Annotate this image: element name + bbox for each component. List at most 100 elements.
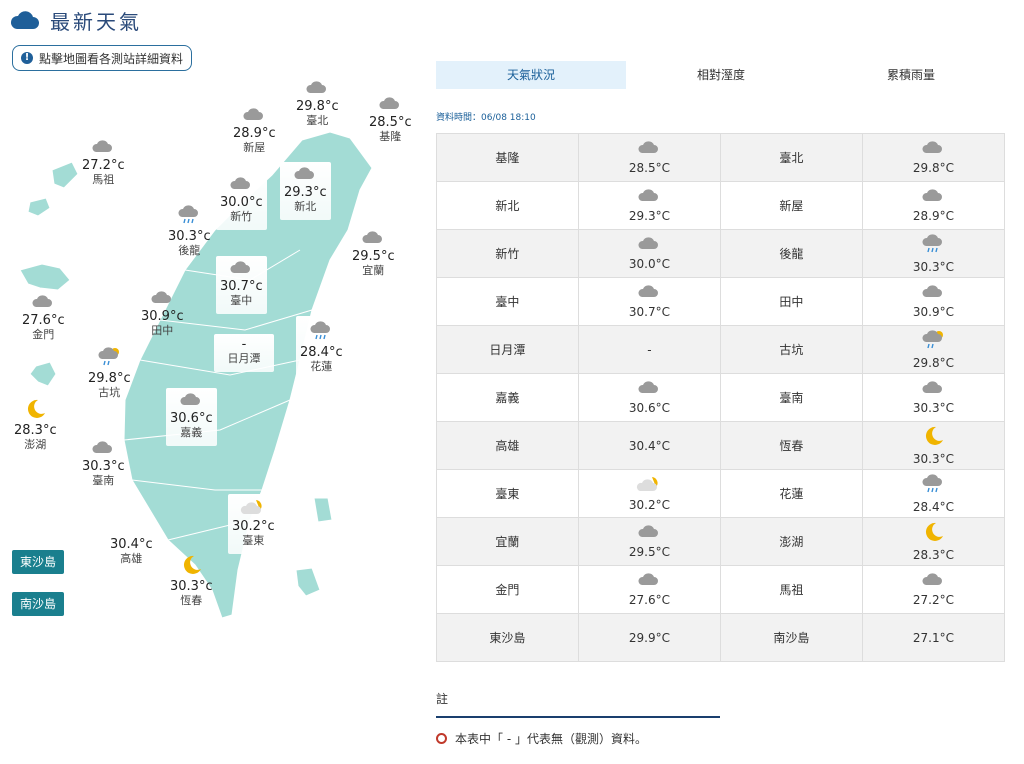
nansha-island-button[interactable]: 南沙島 (12, 592, 64, 616)
station-weather: 30.4°C (577, 421, 721, 470)
city-temp: 28.4°c (300, 345, 343, 360)
table-row: 臺中 30.7°C 田中 30.9°C (436, 277, 1006, 326)
table-row: 嘉義 30.6°C 臺南 30.3°C (436, 373, 1006, 422)
tab-weather[interactable]: 天氣狀況 (436, 61, 626, 89)
city-name: 基隆 (379, 130, 402, 143)
station-weather: 29.8°C (861, 133, 1006, 182)
city-name: 新屋 (243, 141, 266, 154)
map-city-hengchun[interactable]: 30.3°c 恆春 (170, 554, 213, 608)
map-city-newtaipei[interactable]: 29.3°c 新北 (280, 162, 331, 220)
taiwan-map[interactable]: 29.8°c 臺北 28.5°c 基隆 28.9°c 新屋 27.2°c 馬祖 30.0… (0, 70, 420, 670)
station-name: 臺中 (436, 277, 579, 326)
page-header: 最新天氣 (10, 6, 142, 34)
station-temp: 28.4°C (912, 500, 954, 514)
station-name: 日月潭 (436, 325, 579, 374)
station-weather: 30.6°C (577, 373, 721, 422)
city-name: 古坑 (98, 386, 121, 399)
station-weather: 28.3°C (861, 517, 1006, 566)
note-title: 註 (436, 692, 449, 706)
station-name: 嘉義 (436, 373, 579, 422)
map-city-chiayi[interactable]: 30.6°c 嘉義 (166, 388, 217, 446)
city-name: 新北 (294, 200, 317, 213)
map-city-keelung[interactable]: 28.5°c 基隆 (369, 96, 412, 144)
city-name: 臺東 (242, 534, 265, 547)
map-city-taipei[interactable]: 29.8°c 臺北 (296, 80, 339, 128)
tab-rainfall[interactable]: 累積雨量 (816, 61, 1006, 89)
station-temp: 27.2°C (912, 593, 954, 607)
map-city-gukeng[interactable]: 29.8°c 古坑 (88, 346, 131, 400)
map-city-xinwu[interactable]: 28.9°c 新屋 (233, 107, 276, 155)
map-city-kinmen[interactable]: 27.6°c 金門 (22, 294, 65, 342)
rain-icon (168, 204, 211, 229)
map-city-taitung[interactable]: 30.2°c 臺東 (228, 494, 279, 554)
station-weather: 29.3°C (577, 181, 721, 230)
cloudy-icon (170, 392, 213, 411)
city-temp: 29.5°c (352, 249, 395, 264)
table-row: 新竹 30.0°C 後龍 30.3°C (436, 229, 1006, 278)
station-weather: 28.4°C (861, 469, 1006, 518)
map-city-taichung[interactable]: 30.7°c 臺中 (216, 256, 267, 314)
cloudy-icon (22, 294, 65, 313)
city-name: 宜蘭 (362, 264, 385, 277)
city-temp: 29.8°c (88, 371, 131, 386)
station-weather: 28.9°C (861, 181, 1006, 230)
station-name: 臺北 (719, 133, 863, 182)
station-name: 澎湖 (719, 517, 863, 566)
city-temp: 30.9°c (141, 309, 184, 324)
map-city-kaohsiung[interactable]: 30.4°c 高雄 (110, 538, 153, 566)
tab-bar: 天氣狀況 相對溼度 累積雨量 (436, 61, 1006, 89)
station-temp: 27.6°C (628, 593, 670, 607)
cloudy-icon (579, 236, 720, 255)
city-name: 花蓮 (310, 360, 333, 373)
city-temp: 30.0°c (220, 195, 263, 210)
station-name: 臺南 (719, 373, 863, 422)
station-weather: 29.9°C (577, 613, 721, 662)
map-hint-button[interactable]: ! 點擊地圖看各測站詳細資料 (12, 45, 193, 71)
city-temp: - (241, 337, 247, 352)
station-temp: 28.5°C (628, 161, 670, 175)
station-weather: 27.2°C (861, 565, 1006, 614)
map-city-tianzhong[interactable]: 30.9°c 田中 (141, 290, 184, 338)
station-temp: 29.8°C (912, 356, 954, 370)
dongsha-island-button[interactable]: 東沙島 (12, 550, 64, 574)
station-name: 馬祖 (719, 565, 863, 614)
tab-humidity[interactable]: 相對溼度 (626, 61, 816, 89)
map-city-yilan[interactable]: 29.5°c 宜蘭 (352, 230, 395, 278)
map-city-houlong[interactable]: 30.3°c 後龍 (168, 204, 211, 258)
station-weather: 30.7°C (577, 277, 721, 326)
cloudy-icon (579, 140, 720, 159)
city-name: 馬祖 (92, 173, 115, 186)
city-name: 後龍 (178, 244, 201, 257)
station-temp: 30.3°C (912, 260, 954, 274)
cloudy-icon (141, 290, 184, 309)
cloudy-icon (863, 284, 1004, 303)
station-temp: 30.6°C (628, 401, 670, 415)
cloudy-icon (863, 572, 1004, 591)
station-temp: 29.9°C (628, 630, 670, 645)
city-name: 恆春 (180, 594, 203, 607)
map-city-tainan[interactable]: 30.3°c 臺南 (82, 440, 125, 488)
city-temp: 29.8°c (296, 99, 339, 114)
moon-icon (863, 521, 1004, 546)
city-temp: 28.5°c (369, 115, 412, 130)
map-city-hsinchu[interactable]: 30.0°c 新竹 (216, 172, 267, 230)
station-weather: 30.3°C (861, 229, 1006, 278)
map-city-penghu[interactable]: 28.3°c 澎湖 (14, 398, 57, 452)
table-row: 東沙島 29.9°C 南沙島 27.1°C (436, 613, 1006, 662)
station-temp: 30.3°C (912, 401, 954, 415)
city-name: 新竹 (230, 210, 253, 223)
cloudy-icon (579, 524, 720, 543)
info-icon: ! (21, 52, 33, 64)
city-temp: 30.7°c (220, 279, 263, 294)
station-name: 新竹 (436, 229, 579, 278)
map-city-matsu[interactable]: 27.2°c 馬祖 (82, 139, 125, 187)
map-city-hualien[interactable]: 28.4°c 花蓮 (296, 316, 347, 380)
cloudy-icon (82, 440, 125, 459)
station-name: 新北 (436, 181, 579, 230)
cloudy-icon (863, 140, 1004, 159)
station-weather: 30.9°C (861, 277, 1006, 326)
city-temp: 30.3°c (170, 579, 213, 594)
city-name: 田中 (151, 324, 174, 337)
table-row: 宜蘭 29.5°C 澎湖 28.3°C (436, 517, 1006, 566)
map-city-sunmoon[interactable]: - 日月潭 (214, 334, 274, 372)
